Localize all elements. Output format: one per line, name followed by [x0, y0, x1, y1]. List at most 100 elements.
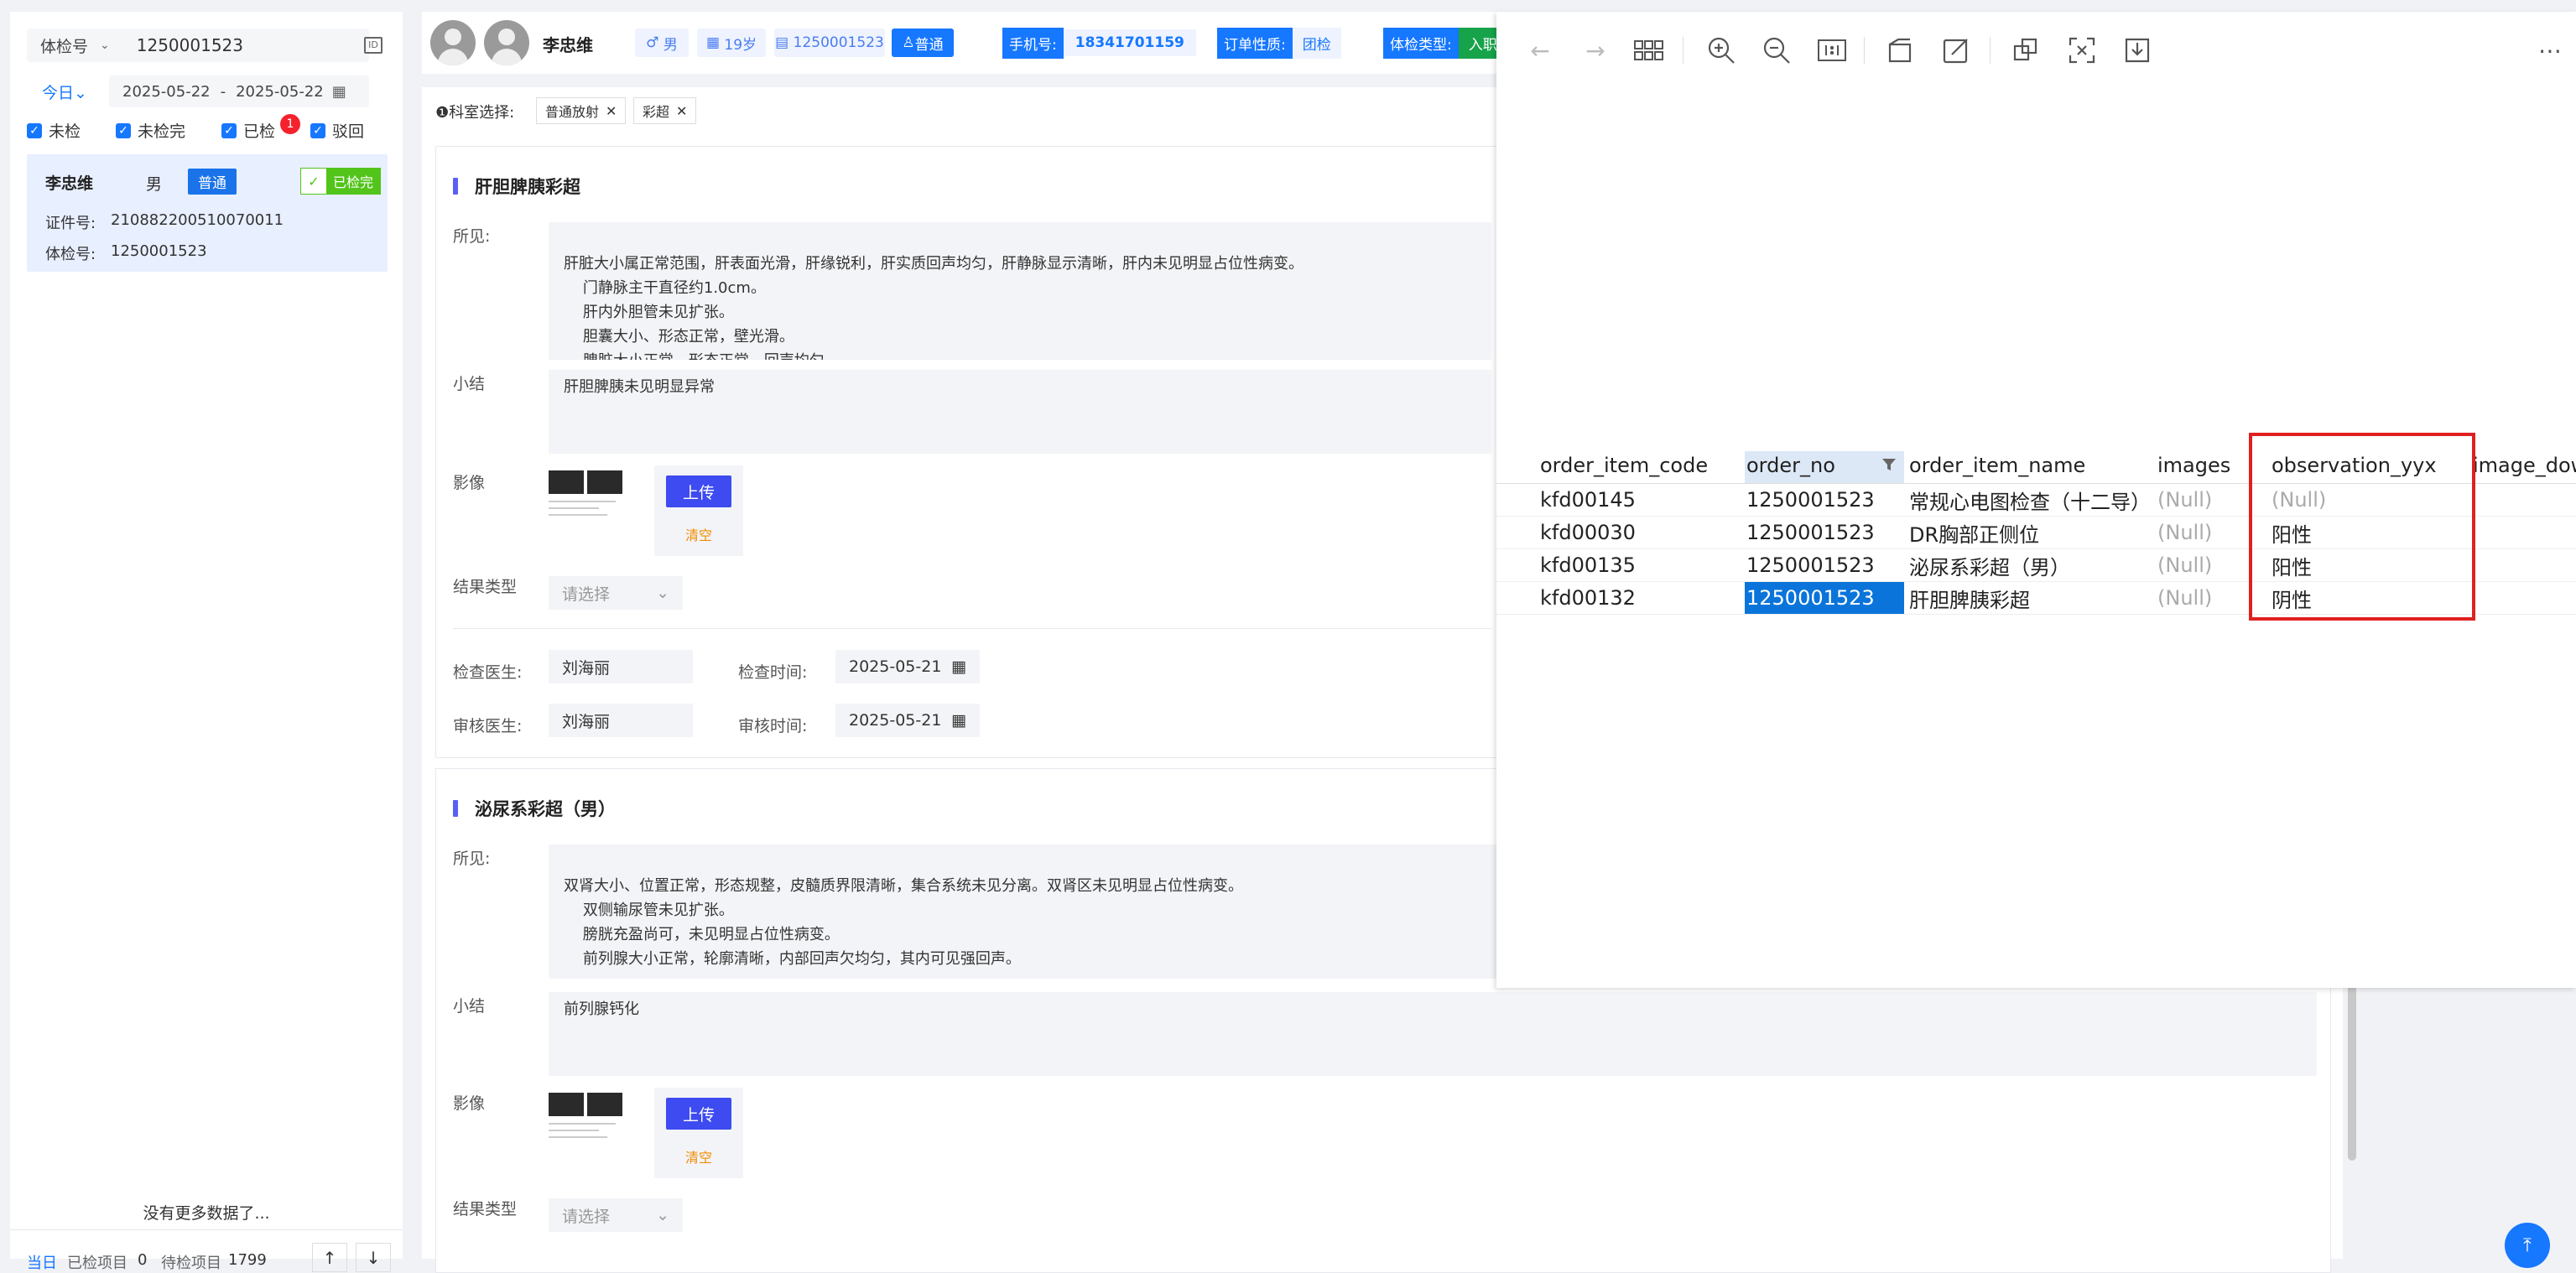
- search-type-select[interactable]: 体检号: [40, 34, 88, 57]
- chevron-down-icon: ⌄: [74, 84, 87, 102]
- date-range-select[interactable]: 今日⌄: [42, 81, 87, 103]
- reviewer-field[interactable]: 刘海丽: [549, 704, 693, 737]
- column-header[interactable]: images: [2157, 449, 2230, 481]
- section-title: 泌尿系彩超（男）: [453, 796, 616, 821]
- table-cell[interactable]: (Null): [2157, 484, 2212, 516]
- dept-tag[interactable]: 普通放射 ✕: [536, 97, 627, 124]
- patient-gender: 男: [146, 175, 163, 194]
- result-type-select[interactable]: 请选择 ⌄: [549, 1198, 683, 1232]
- grid-icon[interactable]: [1632, 34, 1666, 67]
- table-cell[interactable]: kfd00135: [1540, 549, 1636, 581]
- arrow-right-icon[interactable]: →: [1579, 34, 1612, 67]
- review-time-field[interactable]: 2025-05-21 ▦: [835, 704, 980, 737]
- table-cell[interactable]: (Null): [2157, 582, 2212, 614]
- table-cell[interactable]: (Null): [2157, 517, 2212, 548]
- table-cell[interactable]: 1250001523: [1746, 484, 1875, 516]
- rotate-icon[interactable]: [1884, 34, 1918, 67]
- exam-time-label: 检查时间:: [738, 663, 808, 682]
- filter-label: 未检完: [138, 122, 186, 141]
- edit-icon[interactable]: [1939, 34, 1973, 67]
- filter-rejected[interactable]: ✓ 驳回: [310, 119, 364, 142]
- checkbox-icon: ✓: [116, 122, 131, 138]
- exam-no-tag: ▤ 1250001523: [774, 29, 885, 57]
- table-cell[interactable]: (Null): [2157, 549, 2212, 581]
- table-cell[interactable]: 泌尿系彩超（男）: [1909, 549, 2070, 581]
- clear-button[interactable]: 清空: [654, 1146, 743, 1166]
- fit-window-icon[interactable]: [2010, 34, 2043, 67]
- patient-card[interactable]: 李忠维 男 普通 ✓ 已检完 证件号: 210882200510070011 体…: [27, 154, 388, 272]
- filter-label: 驳回: [332, 122, 365, 141]
- checkbox-icon: ✓: [27, 122, 42, 138]
- selected-table-cell[interactable]: 1250001523: [1745, 582, 1904, 614]
- download-icon[interactable]: [2121, 34, 2154, 67]
- table-cell[interactable]: 肝胆脾胰彩超: [1909, 582, 2030, 614]
- arrow-down-icon[interactable]: ↓: [356, 1243, 391, 1272]
- pending-items-label: 待检项目: [161, 1255, 221, 1272]
- column-header[interactable]: image_dow: [2473, 449, 2576, 481]
- age-text: 19岁: [724, 36, 757, 54]
- order-type-tag: 订单性质: 团检: [1217, 27, 1341, 59]
- table-cell[interactable]: 常规心电图检查（十二导）: [1909, 484, 2151, 516]
- zoom-out-icon[interactable]: [1760, 34, 1793, 67]
- table-cell[interactable]: kfd00145: [1540, 484, 1636, 516]
- table-cell[interactable]: 1250001523: [1746, 517, 1875, 548]
- zoom-in-icon[interactable]: [1704, 34, 1738, 67]
- arrow-up-icon[interactable]: ↑: [312, 1243, 347, 1272]
- doctor-field[interactable]: 刘海丽: [549, 650, 693, 683]
- today-link[interactable]: 当日: [27, 1251, 57, 1273]
- calendar-icon: ▦: [331, 82, 346, 101]
- date-start[interactable]: 2025-05-22: [122, 83, 211, 101]
- column-header[interactable]: order_item_code: [1540, 449, 1708, 481]
- table-cell[interactable]: DR胸部正侧位: [1909, 517, 2039, 548]
- patient-list-panel: 体检号 ⌄ 1250001523 ID 今日⌄ 2025-05-22 - 202…: [10, 12, 403, 1272]
- close-icon[interactable]: ✕: [676, 103, 687, 119]
- dept-tag-label: 彩超: [643, 104, 670, 120]
- finding-line: 胆囊大小、形态正常，壁光滑。: [564, 328, 794, 346]
- upload-area: 上传 清空: [654, 1088, 743, 1178]
- reviewer-label: 审核医生:: [453, 717, 523, 735]
- filter-icon[interactable]: [1881, 456, 1897, 473]
- search-bar[interactable]: 体检号 ⌄ 1250001523: [27, 29, 369, 62]
- phone-value: 18341701159: [1063, 29, 1196, 56]
- column-header[interactable]: order_no: [1746, 449, 1835, 481]
- male-icon: ♂: [646, 34, 664, 51]
- filter-checked[interactable]: ✓ 已检: [221, 119, 275, 142]
- ultrasound-thumbnail[interactable]: [549, 465, 624, 553]
- fullscreen-icon[interactable]: [2065, 34, 2099, 67]
- select-placeholder: 请选择: [562, 1207, 611, 1226]
- back-to-top-icon[interactable]: ⤒: [2505, 1223, 2550, 1268]
- exam-time-field[interactable]: 2025-05-21 ▦: [835, 650, 980, 683]
- table-cell[interactable]: kfd00132: [1540, 582, 1636, 614]
- actual-size-icon[interactable]: [1815, 34, 1849, 67]
- ultrasound-thumbnail[interactable]: [549, 1088, 624, 1175]
- review-time-value: 2025-05-21: [849, 711, 942, 730]
- column-header[interactable]: order_item_name: [1909, 449, 2085, 481]
- upload-button[interactable]: 上传: [666, 1098, 731, 1130]
- table-cell[interactable]: 1250001523: [1746, 549, 1875, 581]
- finding-textarea[interactable]: 肝脏大小属正常范围，肝表面光滑，肝缘锐利，肝实质回声均匀，肝静脉显示清晰，肝内未…: [549, 222, 1491, 360]
- date-end[interactable]: 2025-05-22: [236, 83, 324, 101]
- type-label: 体检类型:: [1383, 27, 1459, 59]
- dept-tag[interactable]: 彩超 ✕: [633, 97, 697, 124]
- id-card-icon[interactable]: ID: [364, 37, 382, 54]
- filter-unchecked[interactable]: ✓ 未检: [27, 119, 81, 142]
- close-icon[interactable]: ✕: [606, 103, 617, 119]
- avatar: [430, 20, 476, 65]
- summary-textarea[interactable]: 前列腺钙化: [549, 992, 2317, 1076]
- clear-button[interactable]: 清空: [654, 524, 743, 544]
- select-placeholder: 请选择: [562, 585, 611, 604]
- reviewer-value: 刘海丽: [562, 712, 611, 731]
- summary-textarea[interactable]: 肝胆脾胰未见明显异常: [549, 370, 1491, 454]
- search-input[interactable]: 1250001523: [137, 35, 243, 55]
- table-cell[interactable]: kfd00030: [1540, 517, 1636, 548]
- checked-items-count: 0: [138, 1251, 148, 1269]
- exam-type-tag: 体检类型: 入职: [1383, 27, 1507, 59]
- filter-incomplete[interactable]: ✓ 未检完: [116, 119, 185, 142]
- arrow-left-icon[interactable]: ←: [1523, 34, 1557, 67]
- more-icon[interactable]: ⋯: [2533, 34, 2567, 67]
- date-range-picker[interactable]: 2025-05-22 - 2025-05-22 ▦: [109, 75, 369, 107]
- result-type-select[interactable]: 请选择 ⌄: [549, 576, 683, 610]
- level-text: 普通: [914, 36, 944, 54]
- upload-button[interactable]: 上传: [666, 475, 731, 507]
- filter-label: 已检: [243, 122, 276, 141]
